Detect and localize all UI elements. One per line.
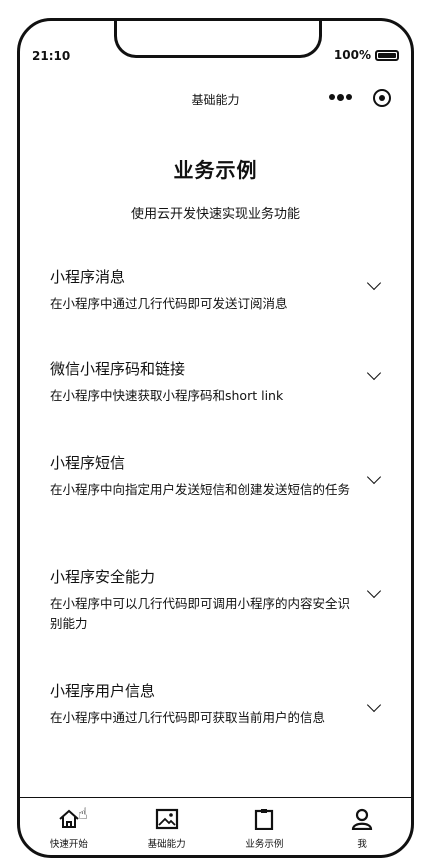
chevron-down-icon[interactable]: [366, 365, 382, 381]
item-title: 小程序消息: [50, 268, 126, 286]
item-desc: 在小程序中可以几行代码即可调用小程序的内容安全识别能力: [50, 596, 351, 631]
hand-cursor-icon: ☝: [78, 804, 88, 823]
tab-business-examples[interactable]: 业务示例: [216, 798, 314, 855]
phone-frame: 21:10 100% 基础能力 业务示例 使用云开发快速实现业务功能 小程序消息…: [17, 18, 414, 858]
item-title: 微信小程序码和链接: [50, 360, 186, 378]
item-desc: 在小程序中通过几行代码即可获取当前用户的信息: [50, 710, 326, 725]
list-item[interactable]: 小程序安全能力 在小程序中可以几行代码即可调用小程序的内容安全识别能力: [20, 566, 411, 680]
tab-quick-start[interactable]: 快速开始: [20, 798, 118, 855]
chevron-down-icon[interactable]: [366, 469, 382, 485]
item-desc: 在小程序中快速获取小程序码和short link: [50, 388, 284, 403]
more-options-icon[interactable]: [329, 93, 352, 101]
list-item[interactable]: 小程序消息 在小程序中通过几行代码即可发送订阅消息: [20, 266, 411, 358]
list-item[interactable]: 小程序短信 在小程序中向指定用户发送短信和创建发送短信的任务: [20, 452, 411, 566]
chevron-down-icon[interactable]: [366, 697, 382, 713]
close-miniprogram-icon[interactable]: [373, 89, 391, 107]
tab-me[interactable]: 我: [313, 798, 411, 855]
feature-list: 小程序消息 在小程序中通过几行代码即可发送订阅消息 微信小程序码和链接 在小程序…: [20, 266, 411, 780]
tab-label: 我: [357, 839, 367, 850]
clipboard-icon: [252, 808, 276, 831]
item-title: 小程序安全能力: [50, 568, 156, 586]
list-item[interactable]: 小程序用户信息 在小程序中通过几行代码即可获取当前用户的信息: [20, 680, 411, 780]
status-battery: 100%: [334, 48, 399, 62]
item-title: 小程序短信: [50, 454, 126, 472]
chevron-down-icon[interactable]: [366, 275, 382, 291]
page-title: 业务示例: [173, 158, 258, 182]
user-icon: [350, 808, 374, 831]
status-time: 21:10: [32, 49, 71, 63]
item-desc: 在小程序中向指定用户发送短信和创建发送短信的任务: [50, 482, 351, 497]
tab-basic-abilities[interactable]: 基础能力: [118, 798, 216, 855]
battery-icon: [375, 49, 399, 61]
tab-label: 快速开始: [49, 839, 88, 850]
item-desc: 在小程序中通过几行代码即可发送订阅消息: [50, 296, 288, 311]
list-item[interactable]: 微信小程序码和链接 在小程序中快速获取小程序码和short link: [20, 358, 411, 452]
tab-label: 业务示例: [245, 839, 284, 850]
chevron-down-icon[interactable]: [366, 583, 382, 599]
item-title: 小程序用户信息: [50, 682, 156, 700]
page-subtitle: 使用云开发快速实现业务功能: [130, 207, 300, 222]
image-icon: [155, 808, 179, 830]
battery-percent: 100%: [333, 48, 371, 62]
nav-title: 基础能力: [191, 93, 240, 107]
tab-label: 基础能力: [147, 839, 186, 850]
phone-notch: [114, 21, 322, 58]
